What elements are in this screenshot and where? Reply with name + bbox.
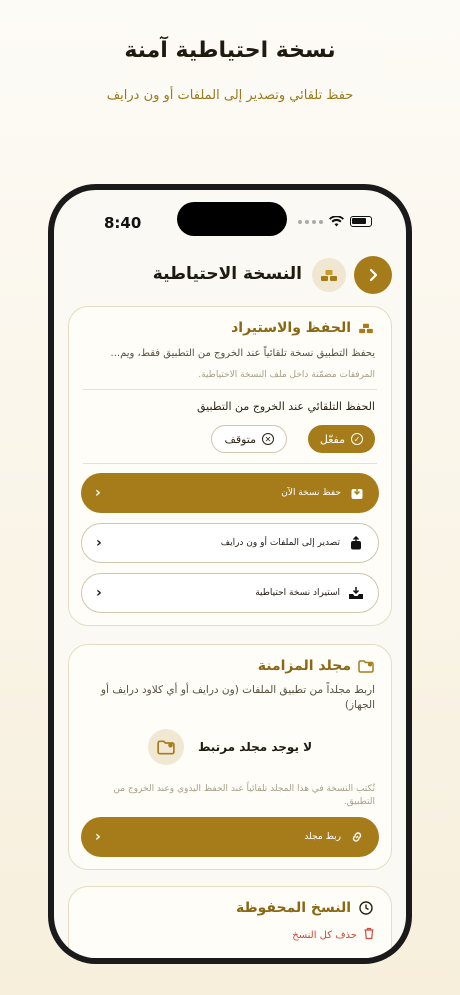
toggle-disabled-button[interactable]: ✕ متوقف (211, 425, 287, 453)
chevron-left-icon: ‹ (96, 585, 102, 601)
download-box-icon (349, 485, 365, 501)
import-label: استيراد نسخة احتياطية (255, 588, 340, 598)
link-folder-button[interactable]: ربط مجلد ‹ (81, 817, 379, 857)
trash-icon (363, 927, 375, 943)
card-title-text: النسخ المحفوظة (235, 900, 351, 916)
status-bar: 8:40 (54, 190, 406, 246)
delete-all-label: حذف كل النسخ (292, 929, 357, 941)
export-label: تصدير إلى الملفات أو ون درايف (220, 538, 340, 548)
sync-folder-card: مجلد المزامنة اربط مجلداً من تطبيق الملف… (68, 644, 392, 870)
hero-title: نسخة احتياطية آمنة (124, 38, 336, 63)
divider (83, 389, 377, 390)
inbox-download-icon (348, 585, 364, 601)
hero-subtitle: حفظ تلقائي وتصدير إلى الملفات أو ون دراي… (106, 88, 354, 103)
app-screen: 8:40 النسخة الاحتياطية الحفظ والاستيراد … (54, 190, 406, 958)
empty-state-text: لا يوجد مجلد مرتبط (197, 740, 313, 754)
status-time: 8:40 (104, 214, 142, 232)
back-button[interactable] (354, 256, 392, 294)
export-button[interactable]: تصدير إلى الملفات أو ون درايف ‹ (81, 523, 379, 563)
save-import-card: الحفظ والاستيراد يحفظ التطبيق نسخة تلقائ… (68, 306, 392, 626)
card-description: يحفظ التطبيق نسخة تلقائياً عند الخروج من… (110, 348, 375, 359)
check-circle-icon: ✓ (351, 433, 363, 445)
link-folder-label: ربط مجلد (304, 832, 341, 842)
chevron-left-icon: ‹ (95, 829, 101, 845)
card-title: الحفظ والاستيراد (231, 319, 375, 337)
sync-note: تُكتب النسخة في هذا المجلد تلقائياً عند … (113, 784, 375, 807)
chevron-left-icon: ‹ (96, 535, 102, 551)
delete-all-button[interactable]: حذف كل النسخ (292, 927, 375, 943)
attachments-note: المرفقات مضمّنة داخل ملف النسخة الاحتياط… (198, 370, 375, 380)
no-folder-state: لا يوجد مجلد مرتبط (81, 721, 379, 773)
sync-description: اربط مجلداً من تطبيق الملفات (ون درايف أ… (100, 684, 375, 711)
nav-bar: النسخة الاحتياطية (54, 256, 406, 296)
toggle-disabled-label: متوقف (224, 432, 256, 446)
import-button[interactable]: استيراد نسخة احتياطية ‹ (81, 573, 379, 613)
battery-icon (350, 216, 372, 227)
dynamic-island (177, 202, 287, 236)
autosave-label: الحفظ التلقائي عند الخروج من التطبيق (197, 400, 375, 413)
save-now-label: حفظ نسخة الآن (281, 488, 341, 498)
history-icon (357, 899, 375, 917)
signal-icon (298, 219, 323, 224)
gold-bars-icon (357, 319, 375, 337)
toggle-enabled-label: مفعّل (319, 432, 345, 446)
wifi-icon (329, 216, 344, 227)
save-now-button[interactable]: حفظ نسخة الآن ‹ (81, 473, 379, 513)
status-icons (298, 216, 372, 227)
card-title: مجلد المزامنة (258, 657, 375, 675)
share-icon (348, 535, 364, 551)
card-title: النسخ المحفوظة (236, 899, 375, 917)
folder-icon (357, 657, 375, 675)
link-icon (349, 829, 365, 845)
divider (83, 463, 377, 464)
saved-copies-card: النسخ المحفوظة حذف كل النسخ (68, 886, 392, 958)
chevron-left-icon: ‹ (95, 485, 101, 501)
toggle-enabled-button[interactable]: ✓ مفعّل (307, 425, 375, 453)
phone-frame: 8:40 النسخة الاحتياطية الحفظ والاستيراد … (48, 184, 412, 964)
page-title: النسخة الاحتياطية (152, 264, 302, 284)
x-circle-icon: ✕ (262, 433, 274, 445)
card-title-text: الحفظ والاستيراد (231, 320, 351, 336)
card-title-text: مجلد المزامنة (257, 658, 351, 674)
gold-bars-icon (312, 258, 346, 292)
folder-icon (147, 729, 184, 765)
chevron-right-icon (369, 268, 378, 282)
